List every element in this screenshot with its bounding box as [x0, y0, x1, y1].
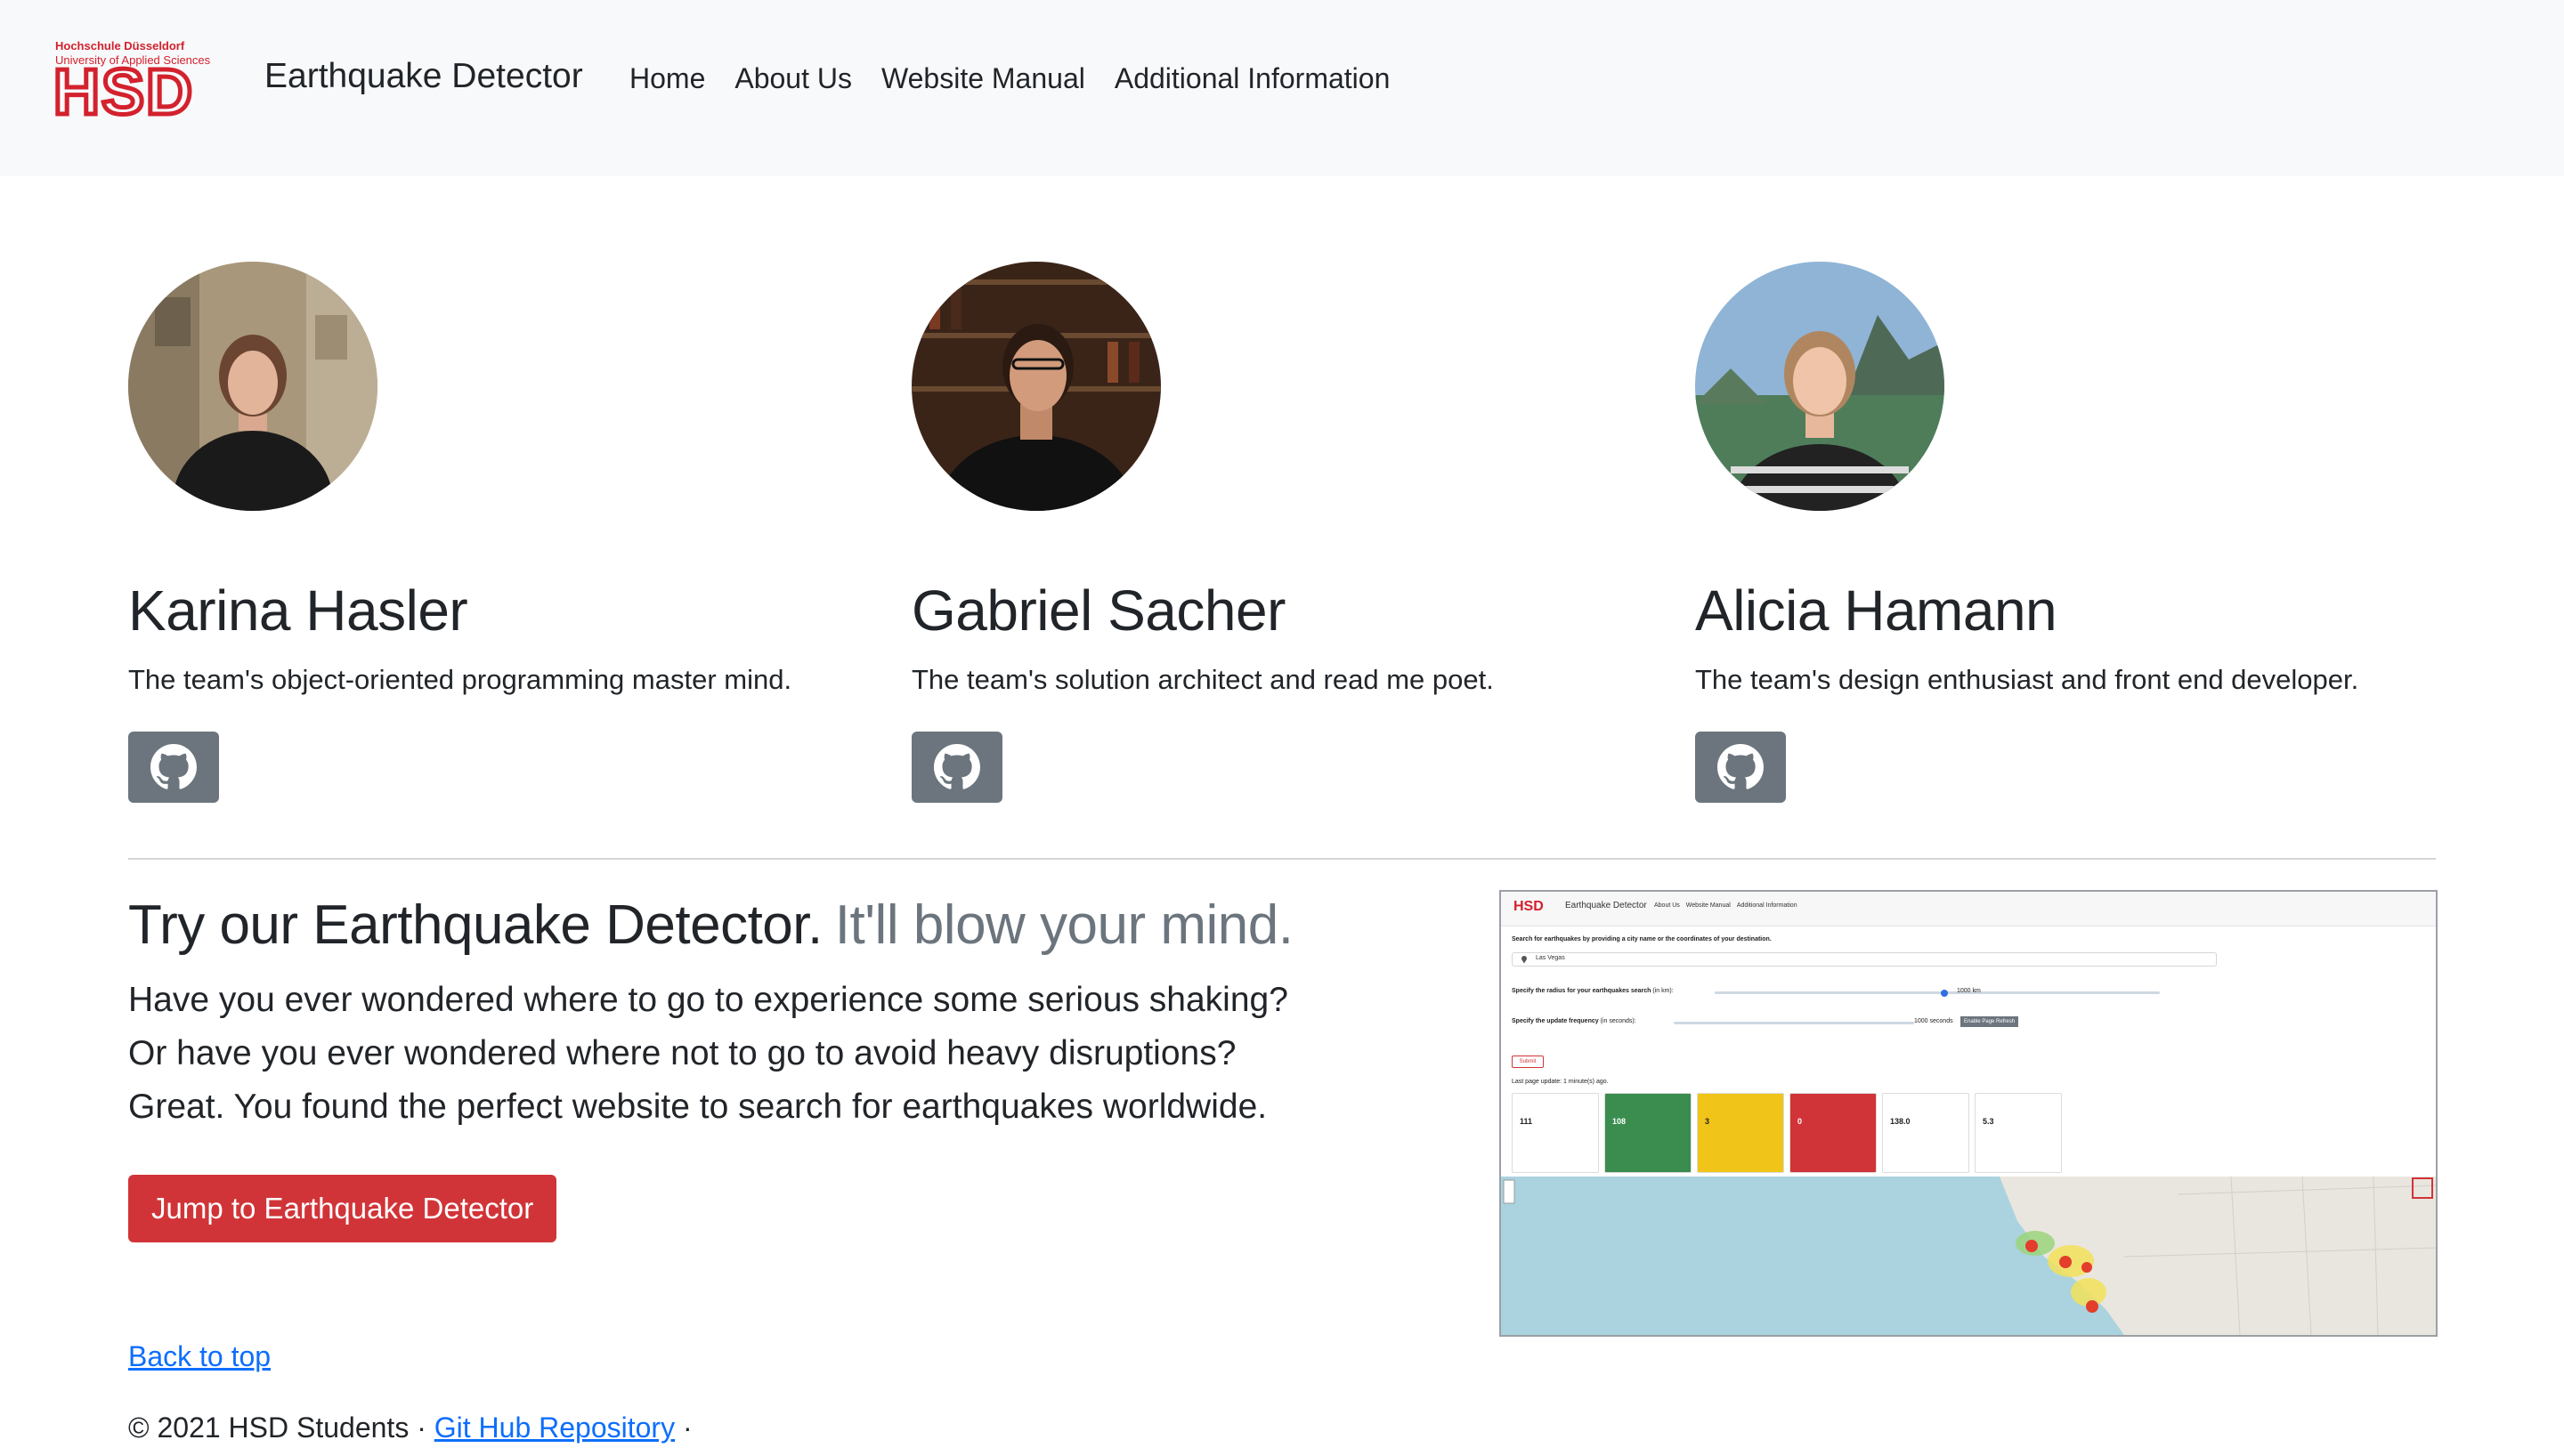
nav-home[interactable]: Home — [629, 62, 705, 95]
nav-website-manual[interactable]: Website Manual — [881, 62, 1085, 95]
github-icon — [934, 744, 980, 789]
preview-search-label: Search for earthquakes by providing a ci… — [1512, 936, 1772, 942]
preview-submit-button: Submit — [1512, 1056, 1544, 1068]
member-name: Karina Hasler — [128, 578, 468, 643]
preview-nav-link: Website Manual — [1685, 902, 1731, 909]
preview-stat-value: 5.3 — [1983, 1117, 1994, 1126]
preview-stat-card: 138.0 — [1882, 1093, 1969, 1173]
preview-radius-unit: (in km): — [1652, 988, 1674, 994]
preview-nav-link: About Us — [1654, 902, 1680, 909]
preview-stat-card: 3 — [1697, 1093, 1784, 1173]
jump-to-detector-button[interactable]: Jump to Earthquake Detector — [128, 1175, 557, 1242]
github-repository-link[interactable]: Git Hub Repository — [434, 1412, 675, 1444]
github-icon — [150, 744, 197, 789]
feature-heading-muted: It'll blow your mind. — [834, 894, 1294, 956]
member-role: The team's object-oriented programming m… — [128, 664, 792, 695]
member-role: The team's design enthusiast and front e… — [1695, 664, 2359, 695]
preview-brand: Earthquake Detector — [1565, 901, 1647, 910]
feature-line: Or have you ever wondered where not to g… — [128, 1034, 1237, 1072]
team-member-gabriel: Gabriel Sacher The team's solution archi… — [912, 262, 1659, 803]
team-member-alicia: Alicia Hamann The team's design enthusia… — [1695, 262, 2443, 803]
logo-line-1: Hochschule Düsseldorf — [55, 39, 185, 53]
preview-freq-slider — [1674, 1022, 1914, 1024]
preview-stat-value: 3 — [1705, 1117, 1710, 1126]
app-preview-image: HSD Earthquake Detector About Us Website… — [1499, 890, 2438, 1337]
preview-stat-card: 5.3 — [1975, 1093, 2062, 1173]
github-icon — [1717, 744, 1764, 789]
feature-heading-main: Try our Earthquake Detector. — [128, 894, 823, 956]
feature-line: Great. You found the perfect website to … — [128, 1088, 1268, 1126]
preview-freq-unit: (in seconds): — [1600, 1018, 1636, 1024]
hsd-logo[interactable]: Hochschule Düsseldorf University of Appl… — [53, 39, 231, 119]
preview-radius-value: 1000 km — [1957, 988, 1981, 994]
footer-separator: · — [682, 1412, 693, 1444]
feature-line: Have you ever wondered where to go to ex… — [128, 981, 1288, 1019]
preview-stat-value: 0 — [1797, 1117, 1803, 1126]
preview-last-update: Last page update: 1 minute(s) ago. — [1512, 1079, 1609, 1085]
preview-freq-label: Specify the update frequency (in seconds… — [1512, 1018, 1636, 1024]
main-nav: Home About Us Website Manual Additional … — [629, 62, 1390, 95]
member-name: Gabriel Sacher — [912, 578, 1286, 643]
copyright-text: © 2021 HSD Students · — [128, 1412, 426, 1444]
brand-title[interactable]: Earthquake Detector — [264, 57, 583, 96]
preview-refresh-button: Enable Page Refresh — [1960, 1016, 2019, 1027]
nav-additional-information[interactable]: Additional Information — [1115, 62, 1391, 95]
preview-freq-label-text: Specify the update frequency — [1512, 1018, 1599, 1024]
member-role: The team's solution architect and read m… — [912, 664, 1494, 695]
svg-text:HSD: HSD — [53, 64, 194, 119]
footer: © 2021 HSD Students · Git Hub Repository… — [128, 1412, 693, 1444]
github-button-gabriel[interactable] — [912, 732, 1002, 803]
feature-lead: Have you ever wondered where to go to ex… — [128, 974, 1288, 1134]
preview-search-value: Las Vegas — [1536, 955, 1565, 961]
preview-stat-value: 111 — [1520, 1117, 1533, 1126]
team-member-karina: Karina Hasler The team's object-oriented… — [128, 262, 876, 803]
preview-nav-links: About Us Website Manual Additional Infor… — [1654, 902, 1797, 909]
back-to-top-link[interactable]: Back to top — [128, 1340, 271, 1373]
preview-stat-card: 111 — [1512, 1093, 1599, 1173]
preview-navbar: HSD Earthquake Detector About Us Website… — [1501, 892, 2436, 926]
location-pin-icon — [1521, 956, 1527, 964]
preview-stat-value: 108 — [1612, 1117, 1627, 1126]
preview-nav-link: Additional Information — [1736, 902, 1797, 909]
nav-about-us[interactable]: About Us — [734, 62, 852, 95]
preview-freq-value: 1000 seconds — [1914, 1018, 1953, 1024]
github-button-karina[interactable] — [128, 732, 219, 803]
avatar-alicia — [1695, 262, 1944, 511]
preview-radius-knob — [1941, 990, 1948, 997]
preview-stat-card: 0 — [1789, 1093, 1877, 1173]
preview-stat-card: 108 — [1604, 1093, 1692, 1173]
preview-radius-label: Specify the radius for your earthquakes … — [1512, 988, 1674, 994]
preview-stat-value: 138.0 — [1890, 1117, 1911, 1126]
github-button-alicia[interactable] — [1695, 732, 1786, 803]
preview-search-input: Las Vegas — [1512, 952, 2217, 967]
preview-radius-slider — [1715, 991, 2160, 994]
member-name: Alicia Hamann — [1695, 578, 2057, 643]
avatar-gabriel — [912, 262, 1161, 511]
preview-logo: HSD — [1513, 899, 1544, 914]
navbar: Hochschule Düsseldorf University of Appl… — [0, 0, 2564, 176]
preview-radius-label-text: Specify the radius for your earthquakes … — [1512, 988, 1651, 994]
preview-heatmap — [1501, 1177, 2436, 1335]
avatar-karina — [128, 262, 377, 511]
section-divider — [128, 858, 2436, 860]
hsd-logo-mark: HSD — [53, 64, 195, 119]
feature-heading: Try our Earthquake Detector. It'll blow y… — [128, 894, 1294, 957]
